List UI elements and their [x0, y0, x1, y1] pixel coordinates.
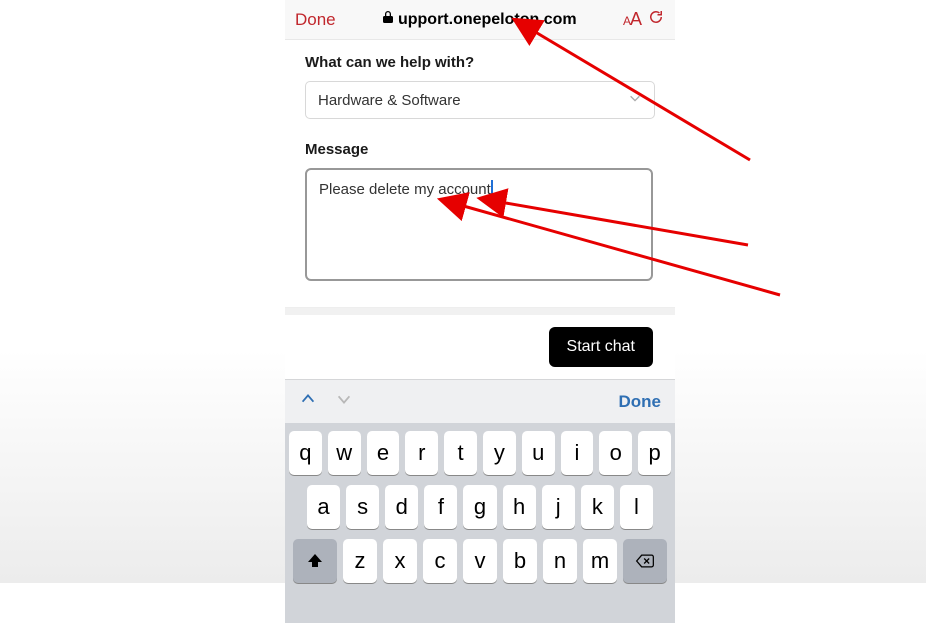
key-q[interactable]: q: [289, 431, 322, 475]
message-textarea[interactable]: Please delete my account: [305, 168, 653, 281]
mobile-safari-window: Done upport.onepeloton.com AA What can w…: [285, 0, 675, 583]
chevron-down-icon: [628, 91, 642, 109]
help-topic-label: What can we help with?: [305, 54, 655, 71]
key-m[interactable]: m: [583, 539, 617, 583]
key-y[interactable]: y: [483, 431, 516, 475]
key-n[interactable]: n: [543, 539, 577, 583]
backspace-key[interactable]: [623, 539, 667, 583]
refresh-icon[interactable]: [647, 8, 665, 31]
message-label: Message: [305, 141, 655, 158]
keyboard-done-button[interactable]: Done: [619, 392, 662, 412]
text-caret: [491, 180, 493, 197]
key-a[interactable]: a: [307, 485, 340, 529]
key-r[interactable]: r: [405, 431, 438, 475]
prev-field-button[interactable]: [299, 390, 317, 413]
key-i[interactable]: i: [561, 431, 594, 475]
key-e[interactable]: e: [367, 431, 400, 475]
message-text: Please delete my account: [319, 181, 491, 198]
key-z[interactable]: z: [343, 539, 377, 583]
keyboard-row-1: qwertyuiop: [289, 431, 671, 475]
key-j[interactable]: j: [542, 485, 575, 529]
key-w[interactable]: w: [328, 431, 361, 475]
url-display[interactable]: upport.onepeloton.com: [342, 10, 617, 29]
key-t[interactable]: t: [444, 431, 477, 475]
done-button-left[interactable]: Done: [295, 10, 336, 30]
key-f[interactable]: f: [424, 485, 457, 529]
key-d[interactable]: d: [385, 485, 418, 529]
key-g[interactable]: g: [463, 485, 496, 529]
safari-address-bar: Done upport.onepeloton.com AA: [285, 0, 675, 40]
key-s[interactable]: s: [346, 485, 379, 529]
section-divider: [285, 307, 675, 315]
next-field-button: [335, 390, 353, 413]
start-chat-button[interactable]: Start chat: [549, 327, 653, 367]
key-c[interactable]: c: [423, 539, 457, 583]
help-topic-select[interactable]: Hardware & Software: [305, 81, 655, 119]
keyboard-row-3: zxcvbnm: [289, 539, 671, 583]
key-o[interactable]: o: [599, 431, 632, 475]
onscreen-keyboard: qwertyuiop asdfghjkl zxcvbnm: [285, 423, 675, 623]
keyboard-accessory-bar: Done: [285, 379, 675, 423]
key-u[interactable]: u: [522, 431, 555, 475]
key-l[interactable]: l: [620, 485, 653, 529]
select-value: Hardware & Software: [318, 92, 461, 109]
key-v[interactable]: v: [463, 539, 497, 583]
key-x[interactable]: x: [383, 539, 417, 583]
keyboard-row-2: asdfghjkl: [289, 485, 671, 529]
support-form: What can we help with? Hardware & Softwa…: [285, 40, 675, 367]
key-k[interactable]: k: [581, 485, 614, 529]
key-b[interactable]: b: [503, 539, 537, 583]
lock-icon: [382, 10, 394, 29]
shift-key[interactable]: [293, 539, 337, 583]
key-p[interactable]: p: [638, 431, 671, 475]
text-size-button[interactable]: AA: [623, 9, 641, 30]
url-text: upport.onepeloton.com: [398, 11, 577, 29]
key-h[interactable]: h: [503, 485, 536, 529]
